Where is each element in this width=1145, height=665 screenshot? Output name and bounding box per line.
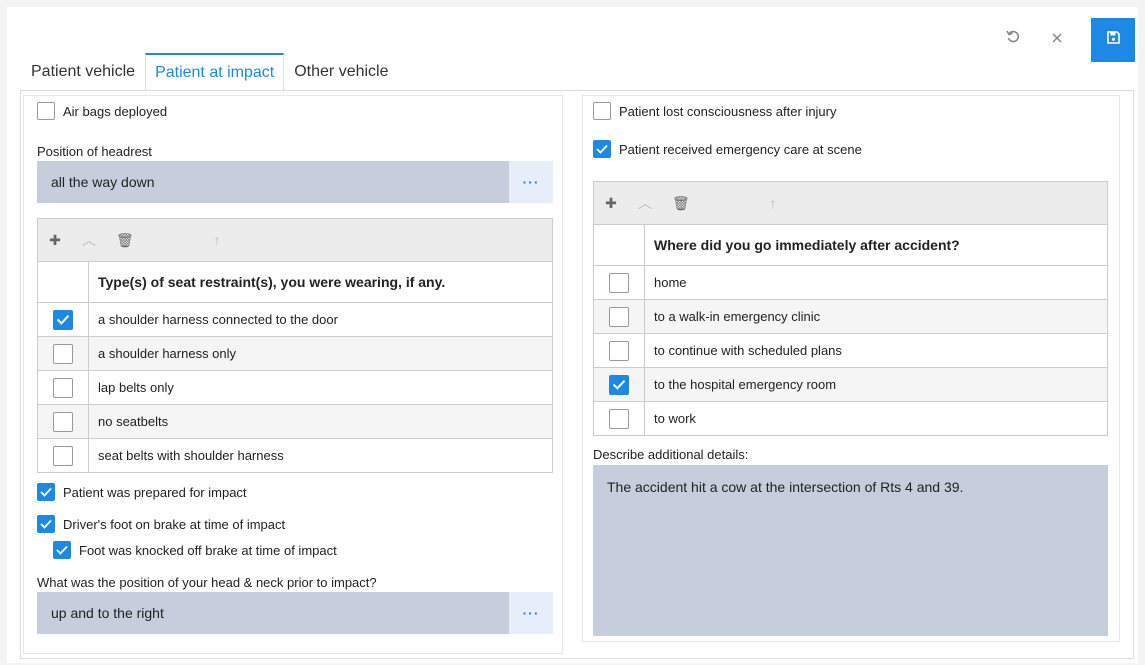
row-label: to continue with scheduled plans xyxy=(654,343,842,358)
undo-button[interactable] xyxy=(991,19,1035,59)
head-neck-select[interactable]: up and to the right ··· xyxy=(37,592,553,634)
where-header: Where did you go immediately after accid… xyxy=(654,237,960,253)
headrest-label: Position of headrest xyxy=(37,144,152,159)
tab-patient-vehicle[interactable]: Patient vehicle xyxy=(21,53,145,90)
row-label: to a walk-in emergency clinic xyxy=(654,309,821,324)
row-checkbox[interactable] xyxy=(609,374,629,395)
row-checkbox[interactable] xyxy=(53,411,73,432)
row-label: a shoulder harness only xyxy=(98,346,237,361)
table-row[interactable]: a shoulder harness connected to the door xyxy=(38,303,552,337)
knocked-checkbox[interactable]: Foot was knocked off brake at time of im… xyxy=(53,541,337,559)
undo-icon xyxy=(1006,30,1020,49)
head-neck-label: What was the position of your head & nec… xyxy=(37,575,377,590)
row-select-cell xyxy=(38,337,89,370)
row-select-cell xyxy=(38,371,89,404)
row-label: home xyxy=(654,275,687,290)
arrow-up-icon[interactable]: ↑ xyxy=(210,232,224,248)
table-row[interactable]: to a walk-in emergency clinic xyxy=(594,300,1107,334)
table-row[interactable]: lap belts only xyxy=(38,371,552,405)
grid-toolbar: ✚ ︿ 🗑 ↑ xyxy=(594,182,1107,225)
row-label: to the hospital emergency room xyxy=(654,377,837,392)
row-select-cell xyxy=(594,300,645,333)
row-checkbox[interactable] xyxy=(53,309,73,330)
row-checkbox[interactable] xyxy=(53,377,73,398)
chevron-up-icon[interactable]: ︿ xyxy=(82,230,96,250)
consciousness-label: Patient lost consciousness after injury xyxy=(619,103,837,119)
consciousness-box[interactable] xyxy=(593,102,611,120)
row-select-cell xyxy=(38,405,89,438)
table-row[interactable]: to the hospital emergency room xyxy=(594,368,1107,402)
where-grid: ✚ ︿ 🗑 ↑ Where did you go immediately aft… xyxy=(593,181,1108,436)
emergency-label: Patient received emergency care at scene xyxy=(619,141,862,157)
table-row[interactable]: a shoulder harness only xyxy=(38,337,552,371)
knocked-box[interactable] xyxy=(53,541,71,559)
tab-content: Air bags deployed Position of headrest a… xyxy=(20,90,1134,659)
table-row[interactable]: seat belts with shoulder harness xyxy=(38,439,552,472)
airbags-checkbox[interactable]: Air bags deployed xyxy=(37,102,167,120)
more-icon[interactable]: ··· xyxy=(509,592,553,634)
table-row[interactable]: home xyxy=(594,266,1107,300)
row-checkbox[interactable] xyxy=(53,445,73,466)
row-checkbox[interactable] xyxy=(609,340,629,361)
row-label: to work xyxy=(654,411,696,426)
row-select-cell xyxy=(38,439,89,472)
arrow-up-icon[interactable]: ↑ xyxy=(766,195,780,211)
tab-bar: Patient vehicle Patient at impact Other … xyxy=(21,53,399,91)
row-checkbox[interactable] xyxy=(609,408,629,429)
restraint-grid: ✚ ︿ 🗑 ↑ Type(s) of seat restraint(s), yo… xyxy=(37,218,553,473)
brake-box[interactable] xyxy=(37,515,55,533)
add-icon[interactable]: ✚ xyxy=(604,195,618,212)
table-row[interactable]: to continue with scheduled plans xyxy=(594,334,1107,368)
table-row[interactable]: to work xyxy=(594,402,1107,435)
row-checkbox[interactable] xyxy=(609,272,629,293)
brake-label: Driver's foot on brake at time of impact xyxy=(63,516,286,532)
table-row[interactable]: no seatbelts xyxy=(38,405,552,439)
row-label: a shoulder harness connected to the door xyxy=(98,312,338,327)
save-button[interactable] xyxy=(1091,18,1135,62)
row-label: lap belts only xyxy=(98,380,174,395)
knocked-label: Foot was knocked off brake at time of im… xyxy=(79,542,337,558)
row-select-cell xyxy=(594,402,645,435)
dialog: Patient vehicle Patient at impact Other … xyxy=(7,7,1138,663)
prepared-checkbox[interactable]: Patient was prepared for impact xyxy=(37,483,247,501)
grid-toolbar: ✚ ︿ 🗑 ↑ xyxy=(38,219,552,262)
right-panel: Patient lost consciousness after injury … xyxy=(582,95,1120,642)
chevron-up-icon[interactable]: ︿ xyxy=(638,193,652,213)
close-button[interactable] xyxy=(1035,19,1079,59)
emergency-checkbox[interactable]: Patient received emergency care at scene xyxy=(593,140,862,158)
airbags-box[interactable] xyxy=(37,102,55,120)
tab-other-vehicle[interactable]: Other vehicle xyxy=(284,53,398,90)
row-label: seat belts with shoulder harness xyxy=(98,448,284,463)
prepared-label: Patient was prepared for impact xyxy=(63,484,247,500)
details-textarea[interactable]: The accident hit a cow at the intersecti… xyxy=(593,465,1108,636)
left-panel: Air bags deployed Position of headrest a… xyxy=(23,95,563,654)
head-neck-value: up and to the right xyxy=(51,605,164,621)
brake-checkbox[interactable]: Driver's foot on brake at time of impact xyxy=(37,515,285,533)
row-select-cell xyxy=(594,334,645,367)
row-checkbox[interactable] xyxy=(53,343,73,364)
row-label: no seatbelts xyxy=(98,414,169,429)
trash-icon[interactable]: 🗑 xyxy=(672,195,690,212)
trash-icon[interactable]: 🗑 xyxy=(116,232,134,249)
row-select-cell xyxy=(594,266,645,299)
headrest-select[interactable]: all the way down ··· xyxy=(37,161,553,203)
row-select-cell xyxy=(594,368,645,401)
details-label: Describe additional details: xyxy=(593,447,749,462)
restraint-header: Type(s) of seat restraint(s), you were w… xyxy=(98,274,446,290)
headrest-value: all the way down xyxy=(51,174,155,190)
tab-patient-at-impact[interactable]: Patient at impact xyxy=(145,53,285,91)
grid-header: Type(s) of seat restraint(s), you were w… xyxy=(38,262,552,303)
emergency-box[interactable] xyxy=(593,140,611,158)
save-icon xyxy=(1106,31,1120,49)
grid-header: Where did you go immediately after accid… xyxy=(594,225,1107,266)
consciousness-checkbox[interactable]: Patient lost consciousness after injury xyxy=(593,102,837,120)
close-icon xyxy=(1052,30,1062,48)
prepared-box[interactable] xyxy=(37,483,55,501)
more-icon[interactable]: ··· xyxy=(509,161,553,203)
row-checkbox[interactable] xyxy=(609,306,629,327)
add-icon[interactable]: ✚ xyxy=(48,232,62,249)
row-select-cell xyxy=(38,303,89,336)
airbags-label: Air bags deployed xyxy=(63,103,168,119)
